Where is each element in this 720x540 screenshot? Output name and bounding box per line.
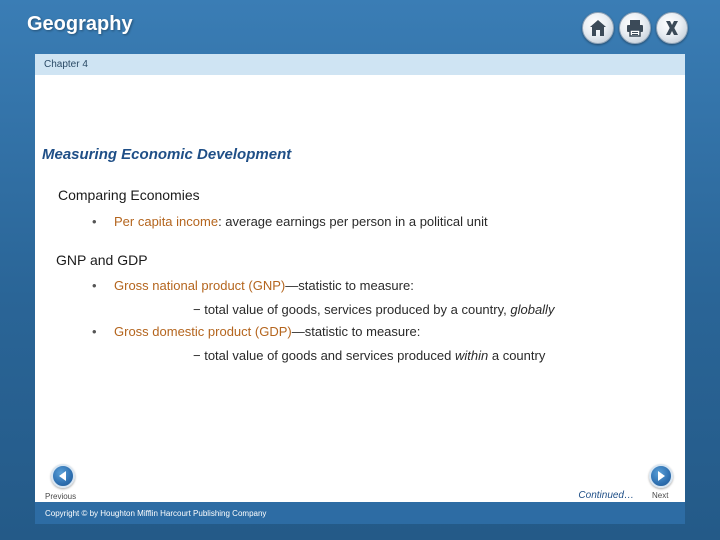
bullet-dot: • — [92, 214, 97, 229]
top-toolbar — [582, 12, 688, 44]
bullet-dot: • — [92, 324, 97, 339]
app-title: Geography — [27, 13, 133, 35]
term-gnp: Gross national product (GNP) — [114, 278, 286, 293]
sub-emphasis: globally — [510, 302, 555, 317]
sub-bullet-gdp: − total value of goods and services prod… — [193, 348, 545, 363]
previous-label[interactable]: Previous — [45, 492, 76, 501]
slide-title: Measuring Economic Development — [42, 146, 292, 163]
term-per-capita-income: Per capita income — [114, 214, 219, 229]
slide-panel: Chapter 4 Measuring Economic Development… — [35, 54, 685, 524]
continued-label: Continued… — [578, 490, 634, 501]
next-button[interactable] — [649, 464, 673, 488]
bullet-gdp: • Gross domestic product (GDP)—statistic … — [92, 324, 420, 339]
next-label[interactable]: Next — [652, 491, 668, 500]
bullet-text: —statistic to measure: — [291, 324, 421, 339]
sub-text: − total value of goods and services prod… — [193, 348, 455, 363]
bullet-text: —statistic to measure: — [285, 278, 414, 293]
sub-text-suffix: a country — [488, 348, 546, 363]
sub-emphasis: within — [454, 348, 489, 363]
print-icon[interactable] — [619, 12, 651, 44]
close-icon[interactable] — [656, 12, 688, 44]
sub-bullet-gnp: − total value of goods, services produce… — [193, 302, 554, 317]
bullet-text: : average earnings per person in a polit… — [218, 214, 488, 229]
previous-button[interactable] — [51, 464, 75, 488]
term-gdp: Gross domestic product (GDP) — [114, 324, 292, 339]
home-icon[interactable] — [582, 12, 614, 44]
copyright-footer: Copyright © by Houghton Mifflin Harcourt… — [35, 502, 685, 524]
chapter-label: Chapter 4 — [35, 54, 685, 75]
bullet-per-capita-income: • Per capita income: average earnings per… — [92, 214, 488, 229]
arrow-left-icon — [59, 471, 66, 481]
bullet-dot: • — [92, 278, 97, 293]
sub-text: − total value of goods, services produce… — [193, 302, 511, 317]
section-heading-comparing-economies: Comparing Economies — [58, 187, 200, 203]
arrow-right-icon — [658, 471, 665, 481]
section-heading-gnp-gdp: GNP and GDP — [56, 252, 148, 268]
bullet-gnp: • Gross national product (GNP)—statistic … — [92, 278, 414, 293]
